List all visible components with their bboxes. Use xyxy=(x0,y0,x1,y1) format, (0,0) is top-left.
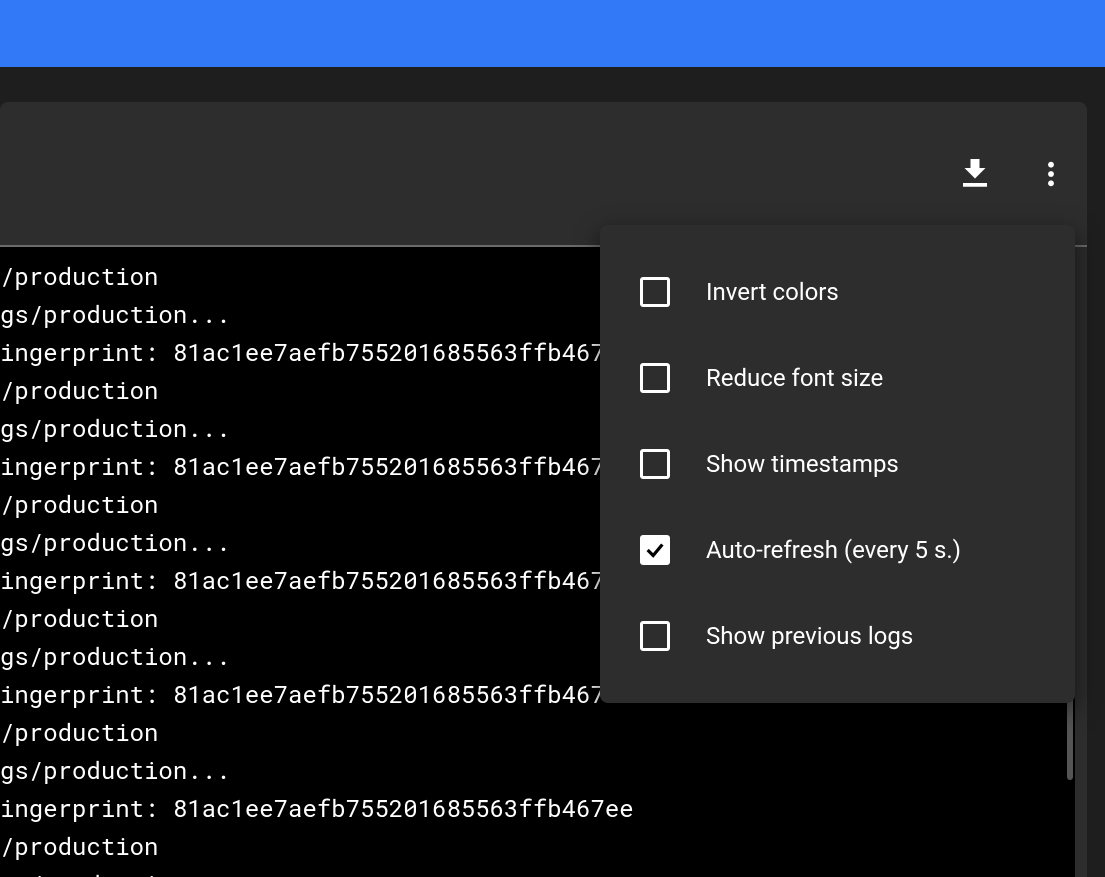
top-banner xyxy=(0,0,1105,67)
menu-item-label: Invert colors xyxy=(706,278,839,306)
checkbox-checked-icon xyxy=(640,535,670,565)
more-options-button[interactable] xyxy=(1027,150,1075,198)
download-icon xyxy=(957,156,993,192)
download-button[interactable] xyxy=(951,150,999,198)
log-line: ingerprint: 81ac1ee7aefb755201685563ffb4… xyxy=(0,789,1075,827)
menu-item-show-previous-logs[interactable]: Show previous logs xyxy=(600,593,1075,679)
menu-item-label: Reduce font size xyxy=(706,364,883,392)
menu-item-label: Auto-refresh (every 5 s.) xyxy=(706,536,961,564)
log-line: gs/production... xyxy=(0,865,1075,877)
log-line: /production xyxy=(0,713,1075,751)
checkbox-icon xyxy=(640,621,670,651)
checkbox-icon xyxy=(640,277,670,307)
menu-item-label: Show previous logs xyxy=(706,622,913,650)
options-menu: Invert colors Reduce font size Show time… xyxy=(600,225,1075,703)
checkbox-icon xyxy=(640,363,670,393)
menu-item-invert-colors[interactable]: Invert colors xyxy=(600,249,1075,335)
log-line: gs/production... xyxy=(0,751,1075,789)
more-vert-icon xyxy=(1035,158,1067,190)
menu-item-label: Show timestamps xyxy=(706,450,899,478)
checkbox-icon xyxy=(640,449,670,479)
menu-item-reduce-font-size[interactable]: Reduce font size xyxy=(600,335,1075,421)
menu-item-auto-refresh[interactable]: Auto-refresh (every 5 s.) xyxy=(600,507,1075,593)
log-line: /production xyxy=(0,827,1075,865)
menu-item-show-timestamps[interactable]: Show timestamps xyxy=(600,421,1075,507)
